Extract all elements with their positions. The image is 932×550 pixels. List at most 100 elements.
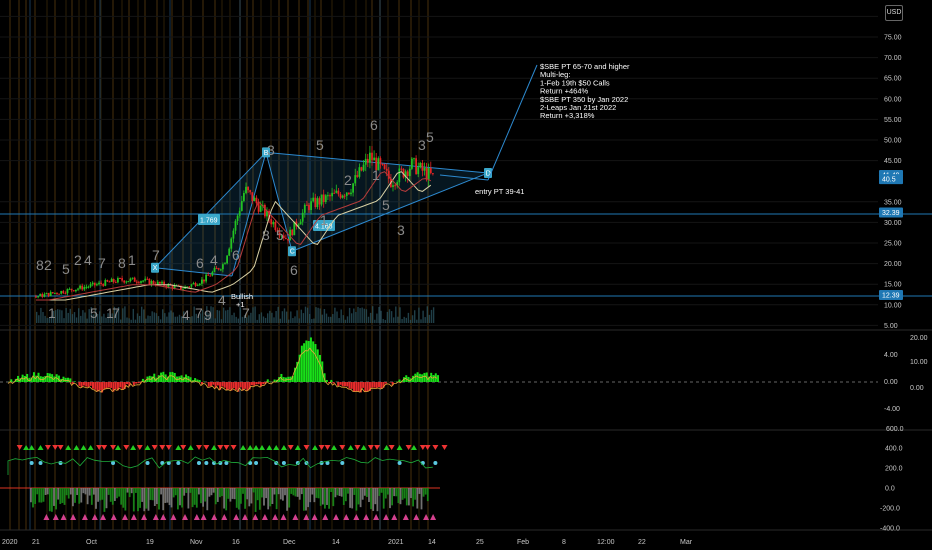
volume-bar — [420, 319, 422, 323]
osc-bar — [67, 377, 70, 382]
wave-label: 3 — [418, 137, 426, 153]
volume-bar — [78, 308, 80, 323]
volume-bar — [218, 310, 221, 323]
hist-bar — [208, 488, 211, 497]
volume-bar — [82, 310, 84, 323]
wave-label: 5 — [90, 305, 98, 321]
hist-bar — [107, 488, 110, 495]
osc-bar — [171, 371, 174, 382]
candle-body — [213, 268, 216, 272]
volume-bar — [367, 316, 370, 323]
hist-bar — [368, 488, 370, 503]
hist-bar — [416, 488, 419, 509]
osc-bar — [357, 382, 360, 392]
volume-bar — [61, 310, 63, 323]
chart-area[interactable]: XBCD1.7694.168 8 2152 45718 177 674 6438 56512… — [0, 0, 932, 550]
entry-label: entry PT 39-41 — [475, 187, 524, 196]
volume-bar — [57, 309, 59, 323]
osc-bar — [262, 382, 265, 385]
candle-body — [144, 278, 147, 281]
hist-bar — [408, 488, 410, 506]
volume-bar — [351, 313, 353, 323]
osc-bar — [232, 382, 235, 389]
osc-bar — [378, 382, 381, 388]
hist-bar — [227, 488, 230, 499]
osc-bar — [246, 382, 249, 391]
candle-body — [41, 293, 44, 297]
candle-body — [358, 167, 361, 177]
time-tick-label: 21 — [32, 539, 40, 546]
hist-bar — [382, 488, 385, 509]
volume-bar — [124, 306, 126, 323]
price-tick-label: 5.00 — [884, 323, 898, 330]
volume-bar — [378, 307, 380, 323]
candle-body — [327, 195, 329, 197]
osc-bar — [244, 382, 247, 389]
hist-bar — [174, 488, 177, 496]
currency-button[interactable]: USD — [885, 5, 903, 21]
bullish-value: +1 — [236, 300, 245, 309]
candle-body — [352, 183, 354, 193]
volume-bar — [132, 308, 134, 323]
candle-body — [354, 175, 357, 184]
volume-bar — [75, 317, 78, 323]
price-tick-label: 60.00 — [884, 96, 902, 103]
candle-body — [108, 281, 111, 283]
wave-label: 6 — [232, 247, 240, 263]
volume-bar — [327, 316, 330, 323]
hist-bar — [187, 488, 190, 509]
volume-bar — [279, 318, 281, 323]
osc-bar — [223, 382, 226, 388]
hist-bar — [101, 488, 104, 500]
volume-bar — [311, 319, 313, 323]
candle-body — [148, 278, 151, 285]
volume-bar — [330, 316, 332, 323]
candle-body — [219, 269, 222, 271]
candle-body — [131, 277, 134, 279]
volume-bar — [65, 308, 67, 323]
volume-bar — [101, 316, 103, 323]
svg-text:C: C — [290, 249, 295, 256]
volume-bar — [225, 310, 227, 323]
candle-body — [83, 287, 86, 290]
svg-text:12.39: 12.39 — [882, 292, 900, 299]
volume-bar — [134, 319, 137, 323]
pattern-point-x: X — [151, 262, 159, 273]
volume-bar — [157, 316, 160, 323]
volume-bar — [151, 311, 153, 323]
hist-bar — [290, 488, 293, 494]
candle-body — [381, 163, 384, 165]
candle-body — [234, 220, 237, 231]
hist-bar — [80, 488, 83, 503]
time-tick-label: 8 — [562, 539, 566, 546]
hist-bar — [393, 488, 396, 497]
hist-bar — [395, 488, 398, 497]
osc-bar — [250, 382, 253, 386]
osc-bar — [364, 382, 367, 392]
hist-bar — [145, 488, 148, 509]
price-tick-label: 55.00 — [884, 117, 902, 124]
candle-body — [245, 186, 247, 194]
hist-bar — [82, 488, 85, 494]
osc-bar — [371, 382, 374, 388]
hist-bar — [124, 488, 127, 511]
candle-body — [308, 204, 310, 211]
volume-bar — [309, 313, 311, 323]
hist-bar — [315, 488, 318, 498]
candle-body — [339, 194, 342, 198]
volume-bar — [353, 308, 355, 323]
hist-bar — [246, 488, 249, 500]
hist-bar — [216, 488, 219, 502]
candle-body — [299, 221, 302, 225]
price-tag: 32.39 — [879, 207, 903, 218]
candle-body — [364, 158, 367, 165]
wave-label: 8 — [118, 255, 126, 271]
osc-bar — [341, 382, 344, 387]
candle-body — [49, 292, 52, 297]
volume-bar — [346, 316, 349, 323]
candle-body — [222, 264, 224, 270]
volume-bar — [376, 313, 378, 323]
wave-label: 1 — [128, 252, 136, 268]
hist-bar — [166, 488, 169, 503]
settings-corner[interactable] — [905, 535, 925, 547]
